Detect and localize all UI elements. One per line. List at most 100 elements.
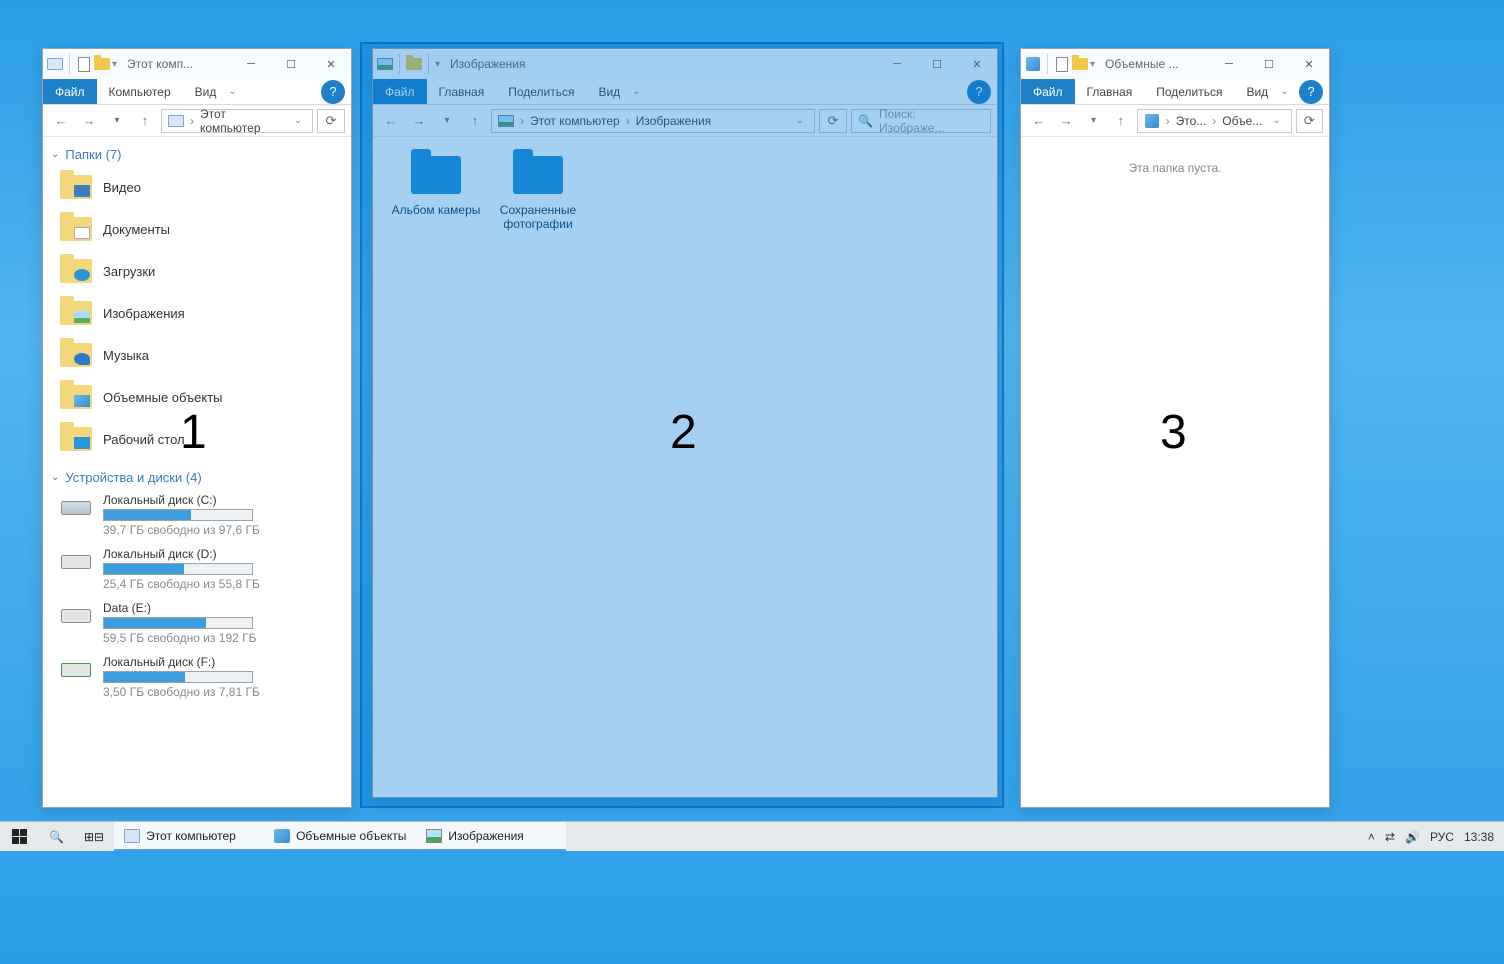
breadcrumb-segment[interactable]: Объе... (1222, 114, 1262, 128)
drive-name: Локальный диск (C:) (103, 493, 260, 507)
taskbar-task-3d-objects[interactable]: Объемные объекты (264, 822, 416, 851)
tray-clock[interactable]: 13:38 (1464, 830, 1494, 844)
drive-name: Data (E:) (103, 601, 257, 615)
drive-item-d[interactable]: Локальный диск (D:)25,4 ГБ свободно из 5… (43, 543, 351, 597)
ribbon-collapse-icon[interactable]: ⌄ (1280, 86, 1288, 97)
drive-usage-bar (103, 617, 253, 629)
window-3d-objects[interactable]: ▾ Объемные ... ─ ☐ ✕ Файл Главная Подели… (1020, 48, 1330, 808)
titlebar[interactable]: ▾ Этот комп... ─ ☐ ✕ (43, 49, 351, 79)
window-title: Этот комп... (121, 57, 231, 71)
snap-selection-overlay (360, 42, 1004, 808)
folder-item-desktop[interactable]: Рабочий стол (43, 418, 351, 460)
quick-folder-icon[interactable] (1072, 56, 1088, 72)
empty-folder-message: Эта папка пуста. (1021, 137, 1329, 199)
addr-dropdown-icon[interactable]: ⌄ (290, 115, 306, 126)
task-label: Объемные объекты (296, 829, 406, 843)
task-view-button[interactable]: ⊞⊟ (74, 822, 114, 851)
pc-icon (124, 829, 140, 843)
breadcrumb-segment[interactable]: Этот компьютер (200, 107, 284, 135)
tray-overflow-icon[interactable]: ˄ (1368, 830, 1375, 844)
tab-view[interactable]: Вид (1234, 79, 1280, 104)
drive-item-e[interactable]: Data (E:)59,5 ГБ свободно из 192 ГБ (43, 597, 351, 651)
tray-volume-icon[interactable]: 🔊 (1405, 830, 1420, 844)
desktop[interactable]: Explorer++ - Shortcut Days Gone v1.0 Plu… (0, 0, 1504, 964)
drives-section-header[interactable]: ⌄ Устройства и диски (4) (43, 460, 351, 489)
nav-history-button[interactable]: ▾ (1082, 109, 1105, 133)
section-label: Устройства и диски (4) (65, 470, 201, 485)
ribbon-tabs: Файл Компьютер Вид ⌄ ? (43, 79, 351, 105)
help-button[interactable]: ? (1299, 80, 1323, 104)
qa-dropdown-icon[interactable]: ▾ (112, 59, 117, 70)
folder-item-pictures[interactable]: Изображения (43, 292, 351, 334)
close-button[interactable]: ✕ (311, 49, 351, 79)
drive-sub: 25,4 ГБ свободно из 55,8 ГБ (103, 577, 260, 591)
folder-item-3dobjects[interactable]: Объемные объекты (43, 376, 351, 418)
window-icon (47, 56, 63, 72)
tray-language[interactable]: РУС (1430, 830, 1454, 844)
tab-file[interactable]: Файл (43, 79, 97, 104)
help-button[interactable]: ? (321, 80, 345, 104)
folder-label: Рабочий стол (103, 432, 185, 447)
nav-back-button[interactable]: ← (1027, 109, 1050, 133)
windows-logo-icon (12, 829, 27, 844)
folder-item-music[interactable]: Музыка (43, 334, 351, 376)
address-bar[interactable]: › Этот компьютер ⌄ (161, 109, 313, 133)
system-tray[interactable]: ˄ ⇄ 🔊 РУС 13:38 (1358, 830, 1504, 844)
nav-forward-button[interactable]: → (1054, 109, 1077, 133)
titlebar[interactable]: ▾ Объемные ... ─ ☐ ✕ (1021, 49, 1329, 79)
nav-forward-button[interactable]: → (77, 109, 101, 133)
taskbar-task-images[interactable]: Изображения (416, 822, 566, 851)
tab-file[interactable]: Файл (1021, 79, 1075, 104)
minimize-button[interactable]: ─ (1209, 49, 1249, 79)
tab-home[interactable]: Главная (1075, 79, 1145, 104)
search-button[interactable]: 🔍 (39, 822, 74, 851)
tab-computer[interactable]: Компьютер (97, 79, 183, 104)
address-bar[interactable]: › Это... › Объе... ⌄ (1137, 109, 1292, 133)
refresh-button[interactable]: ⟳ (1296, 109, 1323, 133)
folder-label: Видео (103, 180, 141, 195)
task-label: Изображения (448, 829, 523, 843)
folder-item-downloads[interactable]: Загрузки (43, 250, 351, 292)
start-button[interactable] (0, 822, 39, 851)
drive-item-f[interactable]: Локальный диск (F:)3,50 ГБ свободно из 7… (43, 651, 351, 705)
tray-network-icon[interactable]: ⇄ (1385, 830, 1395, 844)
addr-dropdown-icon[interactable]: ⌄ (1268, 115, 1284, 126)
maximize-button[interactable]: ☐ (1249, 49, 1289, 79)
folder-item-documents[interactable]: Документы (43, 208, 351, 250)
close-button[interactable]: ✕ (1289, 49, 1329, 79)
tab-view[interactable]: Вид (183, 79, 229, 104)
nav-up-button[interactable]: ↑ (1109, 109, 1132, 133)
cube-icon (274, 829, 290, 843)
search-icon: 🔍 (49, 830, 64, 844)
quick-folder-icon[interactable] (94, 56, 110, 72)
minimize-button[interactable]: ─ (231, 49, 271, 79)
quick-doc-icon[interactable] (76, 56, 92, 72)
chevron-down-icon: ⌄ (51, 149, 59, 160)
folder-item-videos[interactable]: Видео (43, 166, 351, 208)
ribbon-collapse-icon[interactable]: ⌄ (228, 86, 236, 97)
window-title: Объемные ... (1099, 57, 1209, 71)
quick-doc-icon[interactable] (1054, 56, 1070, 72)
task-label: Этот компьютер (146, 829, 236, 843)
drive-icon (59, 547, 93, 577)
breadcrumb-segment[interactable]: Это... (1176, 114, 1207, 128)
folders-section-header[interactable]: ⌄ Папки (7) (43, 137, 351, 166)
tab-share[interactable]: Поделиться (1144, 79, 1234, 104)
nav-up-button[interactable]: ↑ (133, 109, 157, 133)
taskbar-task-this-pc[interactable]: Этот компьютер (114, 822, 264, 851)
folder-icon (60, 301, 92, 325)
qa-dropdown-icon[interactable]: ▾ (1090, 59, 1095, 70)
content-area[interactable]: Эта папка пуста. (1021, 137, 1329, 807)
nav-back-button[interactable]: ← (49, 109, 73, 133)
folder-label: Музыка (103, 348, 149, 363)
drive-usage-bar (103, 671, 253, 683)
drive-item-c[interactable]: Локальный диск (C:)39,7 ГБ свободно из 9… (43, 489, 351, 543)
cube-icon (1144, 113, 1160, 129)
content-area[interactable]: ⌄ Папки (7) Видео Документы Загрузки Изо… (43, 137, 351, 807)
taskbar[interactable]: 🔍 ⊞⊟ Этот компьютер Объемные объекты Изо… (0, 821, 1504, 851)
window-this-pc[interactable]: ▾ Этот комп... ─ ☐ ✕ Файл Компьютер Вид … (42, 48, 352, 808)
refresh-button[interactable]: ⟳ (317, 109, 345, 133)
nav-history-button[interactable]: ▾ (105, 109, 129, 133)
folder-icon (60, 175, 92, 199)
maximize-button[interactable]: ☐ (271, 49, 311, 79)
